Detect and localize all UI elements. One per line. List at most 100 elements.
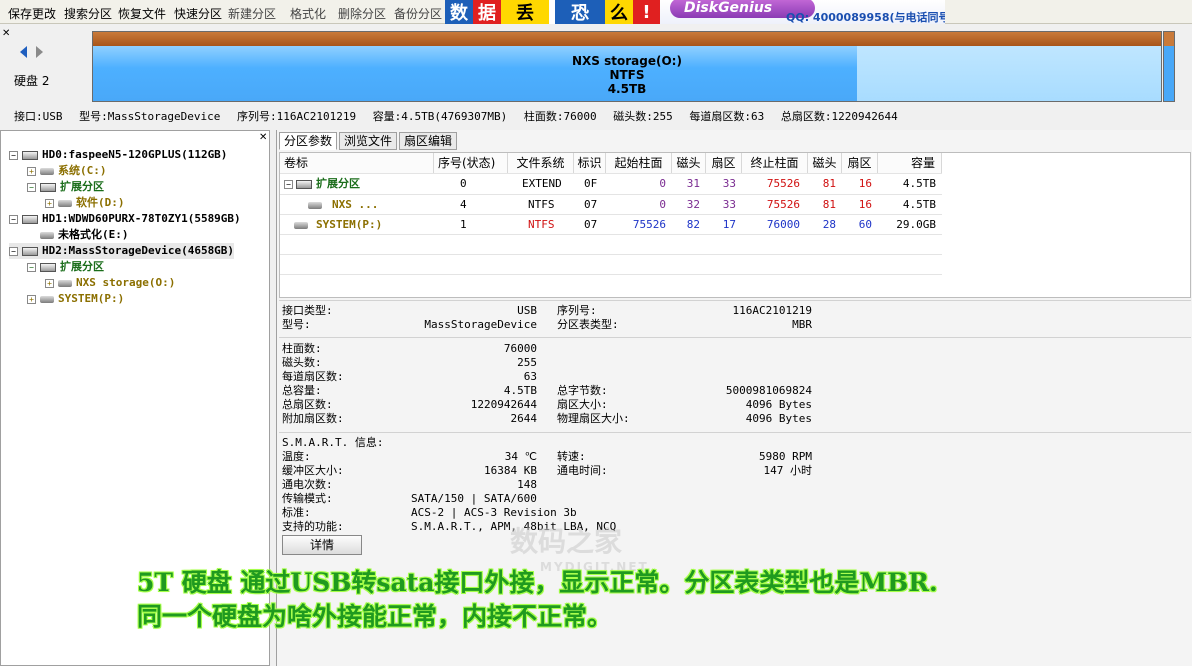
delete-partition-button[interactable]: 删除分区 [338,5,386,22]
info-model: 型号:MassStorageDevice [79,110,221,123]
info-serial: 序列号:116AC2101219 [236,110,357,123]
cell-label: SYSTEM(P:) [316,218,383,231]
search-partition-button[interactable]: 搜索分区 [64,5,112,22]
col-header[interactable]: 终止柱面 [742,153,808,173]
collapse-icon[interactable]: − [9,246,18,256]
tree-item-hd1[interactable]: − HD1:WDWD60PURX-78T0ZY1(5589GB) [9,211,241,227]
banner-char: 么 [605,0,633,24]
details-button[interactable]: 详情 [282,535,362,555]
tree-item-unformatted-e[interactable]: 未格式化(E:) [40,227,129,243]
tree-item-system-p[interactable]: + SYSTEM(P:) [27,291,124,307]
watermark-main: 数码之家 [510,525,623,558]
detail-label: 转速: [557,450,586,463]
cell-end-sector: 16 [858,177,872,190]
cell-end-head: 81 [822,198,836,211]
ad-banner[interactable]: 数 据 丢 恐 么 ! DiskGenius QQ: 4000089958(与电… [445,0,945,24]
backup-partition-button[interactable]: 备份分区 [394,5,442,22]
col-header[interactable]: 扇区 [706,153,742,173]
tab-sector-edit[interactable]: 扇区编辑 [399,132,458,150]
cell-index: 1 [460,218,467,231]
expand-icon[interactable]: + [45,198,54,208]
col-header[interactable]: 容量 [878,153,942,173]
format-button[interactable]: 格式化 [290,5,326,22]
cell-start-cyl: 0 [659,198,666,211]
previous-disk-arrow-icon[interactable] [20,46,27,58]
detail-value: 4096 Bytes [745,398,812,411]
col-header[interactable]: 起始柱面 [606,153,672,173]
partition-map-bar[interactable]: NXS storage(O:) NTFS 4.5TB [92,31,1162,102]
recover-files-button[interactable]: 恢复文件 [118,5,166,22]
next-disk-arrow-icon[interactable] [36,46,43,58]
collapse-icon[interactable]: − [27,182,36,192]
cell-start-cyl: 75526 [632,218,666,231]
disk-icon [22,246,38,256]
cell-capacity: 4.5TB [902,177,936,190]
col-header[interactable]: 磁头 [672,153,706,173]
tab-browse-files[interactable]: 浏览文件 [339,132,398,150]
tree-item-hd0[interactable]: − HD0:faspeeN5-120GPLUS(112GB) [9,147,227,163]
tree-item-system-c[interactable]: + 系统(C:) [27,163,107,179]
save-changes-button[interactable]: 保存更改 [8,5,56,22]
info-sectors-per-track: 每道扇区数:63 [689,110,765,123]
tree-item-nxs-storage-o[interactable]: + NXS storage(O:) [45,275,175,291]
cell-fs: EXTEND [522,177,562,190]
partition-icon [58,279,72,287]
detail-label: 通电时间: [557,464,608,477]
detail-value: 16384 KB [484,464,537,477]
detail-value: 5000981069824 [725,384,812,397]
partition-map-fs: NTFS [609,68,645,82]
tree-label: HD1:WDWD60PURX-78T0ZY1(5589GB) [42,212,241,225]
partition-map-end[interactable] [1163,31,1175,102]
info-total-sectors: 总扇区数:1220942644 [780,110,898,123]
tree-item-extended-2[interactable]: − 扩展分区 [27,259,104,275]
col-header[interactable]: 文件系统 [508,153,574,173]
col-header[interactable]: 序号(状态) [434,153,508,173]
tree-item-hd2[interactable]: − HD2:MassStorageDevice(4658GB) [9,243,235,259]
cell-end-sector: 60 [858,218,872,231]
detail-label: 磁头数: [282,356,322,369]
col-header[interactable]: 卷标 [280,153,434,173]
cell-label: 扩展分区 [316,177,360,190]
expand-icon[interactable]: + [45,278,54,288]
collapse-icon[interactable]: − [9,214,18,224]
disk-label: 硬盘 2 [14,74,50,88]
close-icon[interactable]: ✕ [259,132,267,143]
cell-capacity: 4.5TB [902,198,936,211]
tree-label: 扩展分区 [60,180,104,193]
collapse-icon[interactable]: − [27,262,36,272]
extended-partition-strip [93,32,1161,46]
collapse-icon[interactable]: − [284,174,293,194]
tree-item-extended-0[interactable]: − 扩展分区 [27,179,104,195]
quick-partition-button[interactable]: 快速分区 [174,5,222,22]
collapse-icon[interactable]: − [9,150,18,160]
banner-char: ! [633,0,660,24]
tree-item-software-d[interactable]: + 软件(D:) [45,195,125,211]
expand-icon[interactable]: + [27,166,36,176]
expand-icon[interactable]: + [27,294,36,304]
tree-label: NXS storage(O:) [76,276,176,289]
row-divider [280,254,942,255]
detail-value: USB [517,304,537,317]
close-icon[interactable]: ✕ [2,28,10,39]
detail-label: 总字节数: [557,384,608,397]
tree-label: 未格式化(E:) [58,228,129,241]
cell-label: NXS ... [332,198,379,211]
detail-value: 5980 RPM [759,450,812,463]
col-header[interactable]: 磁头 [808,153,842,173]
cell-end-sector: 16 [858,198,872,211]
tab-partition-params[interactable]: 分区参数 [279,132,338,150]
detail-label: 扇区大小: [557,398,608,411]
cell-end-cyl: 75526 [766,198,800,211]
col-header[interactable]: 标识 [574,153,606,173]
new-partition-button[interactable]: 新建分区 [228,5,276,22]
detail-label: 温度: [282,450,311,463]
cell-index: 0 [460,177,467,190]
col-header[interactable]: 扇区 [842,153,878,173]
detail-label: 总容量: [282,384,322,397]
info-capacity: 容量:4.5TB(4769307MB) [372,110,508,123]
partition-icon [294,215,308,235]
cell-start-sector: 33 [722,177,736,190]
detail-label: 支持的功能: [282,520,344,533]
detail-value: 116AC2101219 [732,304,812,317]
partition-table: 卷标 序号(状态) 文件系统 标识 起始柱面 磁头 扇区 终止柱面 磁头 扇区 … [279,152,1191,298]
